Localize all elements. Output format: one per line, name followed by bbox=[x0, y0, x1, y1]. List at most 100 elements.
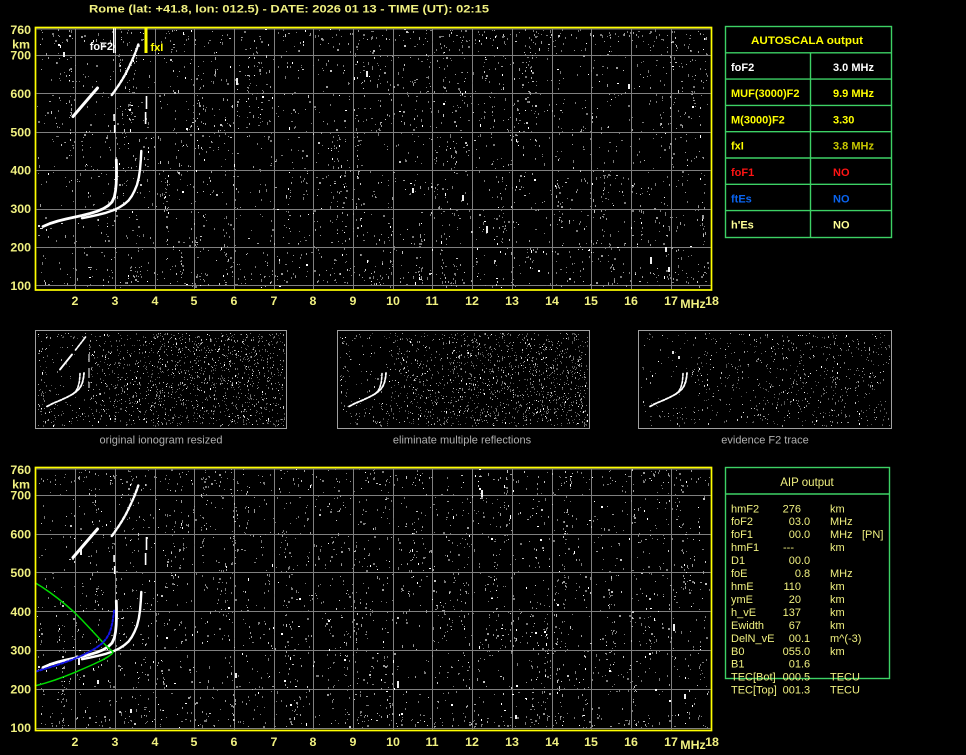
svg-text:20: 20 bbox=[789, 594, 801, 606]
svg-text:MHz: MHz bbox=[830, 568, 853, 580]
svg-text:8: 8 bbox=[310, 294, 317, 308]
svg-text:hmF2: hmF2 bbox=[731, 503, 759, 515]
svg-text:fxI: fxI bbox=[731, 141, 744, 153]
svg-text:000: 000 bbox=[783, 672, 801, 684]
svg-text:km: km bbox=[830, 503, 845, 515]
svg-text:14: 14 bbox=[545, 735, 559, 749]
svg-text:5: 5 bbox=[191, 294, 198, 308]
svg-text:3: 3 bbox=[112, 294, 119, 308]
svg-text:100: 100 bbox=[10, 279, 31, 293]
svg-text:17: 17 bbox=[664, 735, 678, 749]
svg-text:10: 10 bbox=[386, 735, 400, 749]
svg-text:11: 11 bbox=[425, 735, 438, 749]
svg-text:200: 200 bbox=[10, 241, 31, 255]
svg-text:137: 137 bbox=[783, 607, 801, 619]
svg-text:16: 16 bbox=[624, 735, 638, 749]
svg-text:110: 110 bbox=[783, 581, 801, 593]
svg-text:500: 500 bbox=[10, 566, 31, 580]
svg-text:foE: foE bbox=[731, 568, 748, 580]
svg-text:DelN_vE: DelN_vE bbox=[731, 633, 774, 645]
svg-text:eliminate multiple reflections: eliminate multiple reflections bbox=[393, 435, 532, 447]
svg-text:km: km bbox=[830, 581, 845, 593]
svg-text:17: 17 bbox=[664, 294, 678, 308]
svg-text:760: 760 bbox=[10, 23, 31, 37]
svg-text:400: 400 bbox=[10, 605, 31, 619]
svg-text:.1: .1 bbox=[801, 633, 810, 645]
svg-text:B1: B1 bbox=[731, 659, 744, 671]
svg-text:400: 400 bbox=[10, 164, 31, 178]
svg-text:10: 10 bbox=[386, 294, 400, 308]
svg-text:8: 8 bbox=[310, 735, 317, 749]
svg-text:.6: .6 bbox=[801, 659, 810, 671]
svg-text:foF1: foF1 bbox=[731, 529, 753, 541]
svg-text:6: 6 bbox=[231, 294, 238, 308]
svg-text:15: 15 bbox=[584, 294, 598, 308]
svg-text:00: 00 bbox=[789, 633, 801, 645]
svg-text:ymE: ymE bbox=[731, 594, 753, 606]
svg-text:9: 9 bbox=[350, 735, 357, 749]
svg-text:300: 300 bbox=[10, 202, 31, 216]
svg-text:.0: .0 bbox=[801, 555, 810, 567]
svg-text:500: 500 bbox=[10, 125, 31, 139]
svg-text:NO: NO bbox=[833, 220, 850, 232]
svg-text:km: km bbox=[830, 594, 845, 606]
svg-text:9: 9 bbox=[350, 294, 357, 308]
svg-text:NO: NO bbox=[833, 193, 850, 205]
svg-text:evidence F2 trace: evidence F2 trace bbox=[721, 435, 808, 447]
svg-text:6: 6 bbox=[231, 735, 238, 749]
svg-text:3: 3 bbox=[112, 735, 119, 749]
svg-text:12: 12 bbox=[465, 735, 479, 749]
svg-text:fxI: fxI bbox=[151, 42, 164, 54]
svg-text:4: 4 bbox=[152, 294, 159, 308]
svg-text:2: 2 bbox=[72, 735, 79, 749]
svg-text:.0: .0 bbox=[801, 529, 810, 541]
svg-text:NO: NO bbox=[833, 167, 850, 179]
svg-text:h'Es: h'Es bbox=[731, 220, 754, 232]
svg-text:MHz: MHz bbox=[680, 738, 705, 752]
svg-text:3.0 MHz: 3.0 MHz bbox=[833, 62, 874, 74]
svg-text:3.30: 3.30 bbox=[833, 114, 854, 126]
svg-text:D1: D1 bbox=[731, 555, 745, 567]
svg-text:100: 100 bbox=[10, 721, 31, 735]
svg-text:00: 00 bbox=[789, 529, 801, 541]
svg-text:300: 300 bbox=[10, 644, 31, 658]
svg-text:km: km bbox=[830, 620, 845, 632]
svg-text:MHz: MHz bbox=[680, 297, 705, 311]
svg-text:200: 200 bbox=[10, 682, 31, 696]
svg-text:MHz: MHz bbox=[830, 529, 853, 541]
svg-text:km: km bbox=[830, 646, 845, 658]
svg-text:11: 11 bbox=[425, 294, 438, 308]
svg-text:AUTOSCALA output: AUTOSCALA output bbox=[751, 35, 863, 47]
svg-text:3.8 MHz: 3.8 MHz bbox=[833, 141, 874, 153]
svg-text:TEC[Top]: TEC[Top] bbox=[731, 685, 777, 697]
svg-text:foF2: foF2 bbox=[731, 516, 753, 528]
svg-text:TEC[Bot]: TEC[Bot] bbox=[731, 672, 776, 684]
svg-text:---: --- bbox=[783, 542, 794, 554]
svg-text:m^(-3): m^(-3) bbox=[830, 633, 861, 645]
svg-text:13: 13 bbox=[505, 735, 519, 749]
svg-text:600: 600 bbox=[10, 87, 31, 101]
svg-text:foF2: foF2 bbox=[731, 62, 754, 74]
svg-text:18: 18 bbox=[705, 735, 719, 749]
svg-text:14: 14 bbox=[545, 294, 559, 308]
svg-text:16: 16 bbox=[624, 294, 638, 308]
svg-text:276: 276 bbox=[783, 503, 801, 515]
svg-text:700: 700 bbox=[10, 489, 31, 503]
svg-text:055: 055 bbox=[783, 646, 801, 658]
svg-text:B0: B0 bbox=[731, 646, 744, 658]
svg-text:M(3000)F2: M(3000)F2 bbox=[731, 114, 785, 126]
svg-text:km: km bbox=[830, 542, 845, 554]
svg-text:.0: .0 bbox=[801, 646, 810, 658]
svg-text:03: 03 bbox=[789, 516, 801, 528]
svg-text:Rome (lat: +41.8, lon: 012.5): Rome (lat: +41.8, lon: 012.5) - DATE: 20… bbox=[89, 4, 489, 16]
svg-text:7: 7 bbox=[271, 294, 278, 308]
svg-text:13: 13 bbox=[505, 294, 519, 308]
svg-text:ftEs: ftEs bbox=[731, 193, 752, 205]
svg-text:km: km bbox=[830, 607, 845, 619]
svg-text:.8: .8 bbox=[801, 568, 810, 580]
svg-text:original ionogram resized: original ionogram resized bbox=[100, 435, 223, 447]
svg-text:hmF1: hmF1 bbox=[731, 542, 759, 554]
svg-text:9.9 MHz: 9.9 MHz bbox=[833, 88, 874, 100]
svg-text:.0: .0 bbox=[801, 516, 810, 528]
svg-text:001: 001 bbox=[783, 685, 801, 697]
